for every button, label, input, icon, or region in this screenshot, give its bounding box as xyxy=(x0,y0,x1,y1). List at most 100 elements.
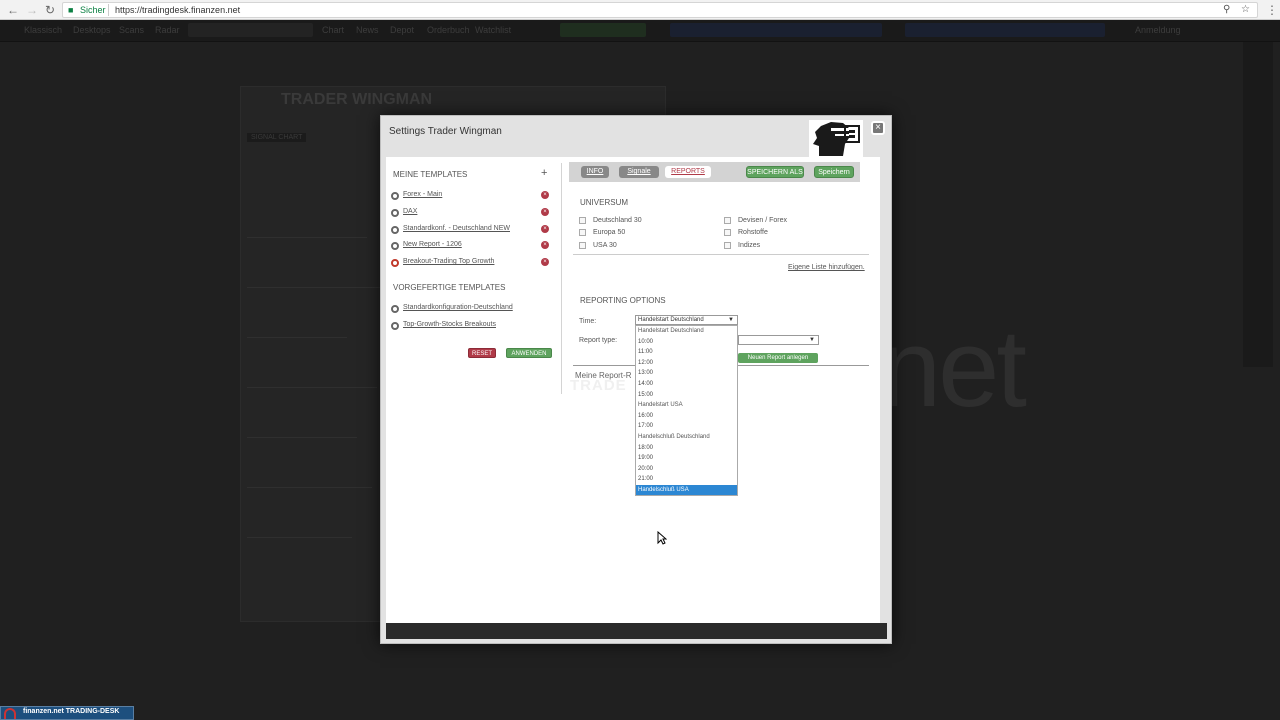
time-select[interactable]: Handelstart Deutschland ▼ xyxy=(635,315,738,325)
template-item[interactable]: DAX × xyxy=(391,208,551,220)
gear-icon[interactable] xyxy=(391,209,399,217)
background-line xyxy=(247,437,357,438)
url-text[interactable]: https://tradingdesk.finanzen.net xyxy=(115,5,240,15)
apply-button[interactable]: ANWENDEN xyxy=(506,348,552,358)
predefined-template-item[interactable]: Top-Growth-Stocks Breakouts xyxy=(391,321,551,333)
nav-item[interactable]: Desktops xyxy=(73,25,111,35)
modal-title: Settings Trader Wingman xyxy=(389,126,502,137)
template-link[interactable]: DAX xyxy=(403,208,417,215)
save-as-button[interactable]: SPEICHERN ALS xyxy=(746,166,804,178)
gear-icon[interactable] xyxy=(391,242,399,250)
template-item-active[interactable]: Breakout-Trading Top Growth × xyxy=(391,258,551,270)
add-own-list-link[interactable]: Eigene Liste hinzufügen. xyxy=(788,264,865,271)
background-line xyxy=(247,487,372,488)
report-type-select[interactable]: ▼ xyxy=(738,335,819,345)
dropdown-option[interactable]: 21:00 xyxy=(636,474,737,484)
nav-item[interactable]: Orderbuch xyxy=(427,25,470,35)
new-report-button[interactable]: Neuen Report anlegen xyxy=(738,353,818,363)
dropdown-option[interactable]: 17:00 xyxy=(636,421,737,431)
nav-item[interactable]: Anmeldung xyxy=(1135,25,1181,35)
gear-icon[interactable] xyxy=(391,305,399,313)
save-button[interactable]: Speichern xyxy=(814,166,854,178)
nav-blue-box[interactable] xyxy=(670,23,882,37)
menu-dots-icon[interactable]: ⋮ xyxy=(1266,2,1278,18)
forward-icon[interactable]: → xyxy=(26,2,38,18)
app-nav: Klassisch Desktops Scans Radar Chart New… xyxy=(0,20,1280,42)
universe-label: Deutschland 30 xyxy=(593,217,642,224)
dropdown-option[interactable]: 11:00 xyxy=(636,347,737,357)
logo-icon xyxy=(4,708,16,719)
template-link[interactable]: New Report - 1206 xyxy=(403,241,462,248)
divider xyxy=(573,254,869,255)
nav-item[interactable]: Radar xyxy=(155,25,180,35)
template-item[interactable]: New Report - 1206 × xyxy=(391,241,551,253)
dropdown-option[interactable]: 12:00 xyxy=(636,358,737,368)
dropdown-option[interactable]: 16:00 xyxy=(636,411,737,421)
close-button[interactable]: × xyxy=(871,121,885,135)
predefined-template-link[interactable]: Top-Growth-Stocks Breakouts xyxy=(403,321,496,328)
gear-icon[interactable] xyxy=(391,322,399,330)
template-item[interactable]: Forex - Main × xyxy=(391,191,551,203)
gear-icon[interactable] xyxy=(391,192,399,200)
nav-item[interactable]: Watchlist xyxy=(475,25,511,35)
delete-template-button[interactable]: × xyxy=(541,225,549,233)
predefined-template-item[interactable]: Standardkonfiguration-Deutschland xyxy=(391,304,551,316)
reporting-options-heading: REPORTING OPTIONS xyxy=(580,296,666,305)
background-line xyxy=(247,537,352,538)
universe-checkbox[interactable] xyxy=(724,229,731,236)
tab-reports[interactable]: REPORTS xyxy=(665,166,711,178)
dropdown-group-option[interactable]: Handelschluß USA xyxy=(636,485,737,495)
background-line xyxy=(247,387,377,388)
nav-item[interactable]: Depot xyxy=(390,25,414,35)
universe-heading: UNIVERSUM xyxy=(580,198,629,207)
universe-checkbox[interactable] xyxy=(724,217,731,224)
predefined-template-link[interactable]: Standardkonfiguration-Deutschland xyxy=(403,304,513,311)
dropdown-group-option[interactable]: Handelstart USA xyxy=(636,400,737,410)
universe-label: Europa 50 xyxy=(593,229,626,236)
nav-blue-box-2[interactable] xyxy=(905,23,1105,37)
dropdown-group-option[interactable]: Handelstart Deutschland xyxy=(636,326,737,336)
chevron-down-icon: ▼ xyxy=(809,337,815,343)
background-line xyxy=(247,337,347,338)
template-link[interactable]: Standardkonf. - Deutschland NEW xyxy=(403,225,510,232)
nav-green-box[interactable] xyxy=(560,23,646,37)
nav-item[interactable]: Scans xyxy=(119,25,144,35)
dropdown-option[interactable]: 18:00 xyxy=(636,443,737,453)
delete-template-button[interactable]: × xyxy=(541,258,549,266)
report-type-label: Report type: xyxy=(579,337,618,344)
delete-template-button[interactable]: × xyxy=(541,191,549,199)
back-icon[interactable]: ← xyxy=(7,2,19,18)
reset-button[interactable]: RESET xyxy=(468,348,496,358)
address-bar[interactable]: ■ Sicher https://tradingdesk.finanzen.ne… xyxy=(62,2,1258,18)
delete-template-button[interactable]: × xyxy=(541,208,549,216)
add-template-button[interactable]: + xyxy=(541,167,547,179)
dropdown-group-option[interactable]: Handelschluß Deutschland xyxy=(636,432,737,442)
dropdown-option[interactable]: 15:00 xyxy=(636,390,737,400)
nav-item[interactable]: Chart xyxy=(322,25,344,35)
dropdown-option[interactable]: 10:00 xyxy=(636,337,737,347)
template-link[interactable]: Breakout-Trading Top Growth xyxy=(403,258,494,265)
delete-template-button[interactable]: × xyxy=(541,241,549,249)
my-reports-label: Meine Report-R xyxy=(575,371,632,380)
universe-checkbox[interactable] xyxy=(724,242,731,249)
tab-info[interactable]: INFO xyxy=(581,166,609,178)
nav-item[interactable]: Klassisch xyxy=(24,25,62,35)
template-link[interactable]: Forex - Main xyxy=(403,191,442,198)
gear-icon[interactable] xyxy=(391,259,399,267)
time-label: Time: xyxy=(579,318,597,325)
universe-checkbox[interactable] xyxy=(579,217,586,224)
universe-checkbox[interactable] xyxy=(579,242,586,249)
universe-checkbox[interactable] xyxy=(579,229,586,236)
dropdown-option[interactable]: 19:00 xyxy=(636,453,737,463)
dropdown-option[interactable]: 14:00 xyxy=(636,379,737,389)
dropdown-option[interactable]: 13:00 xyxy=(636,368,737,378)
dropdown-option[interactable]: 20:00 xyxy=(636,464,737,474)
pin-icon[interactable]: ⚲ xyxy=(1223,4,1230,15)
template-item[interactable]: Standardkonf. - Deutschland NEW × xyxy=(391,225,551,237)
nav-search-field[interactable] xyxy=(188,23,313,37)
tab-signale[interactable]: Signale xyxy=(619,166,659,178)
reload-icon[interactable]: ↻ xyxy=(45,2,55,18)
bookmark-star-icon[interactable]: ☆ xyxy=(1241,4,1250,15)
gear-icon[interactable] xyxy=(391,226,399,234)
nav-item[interactable]: News xyxy=(356,25,379,35)
